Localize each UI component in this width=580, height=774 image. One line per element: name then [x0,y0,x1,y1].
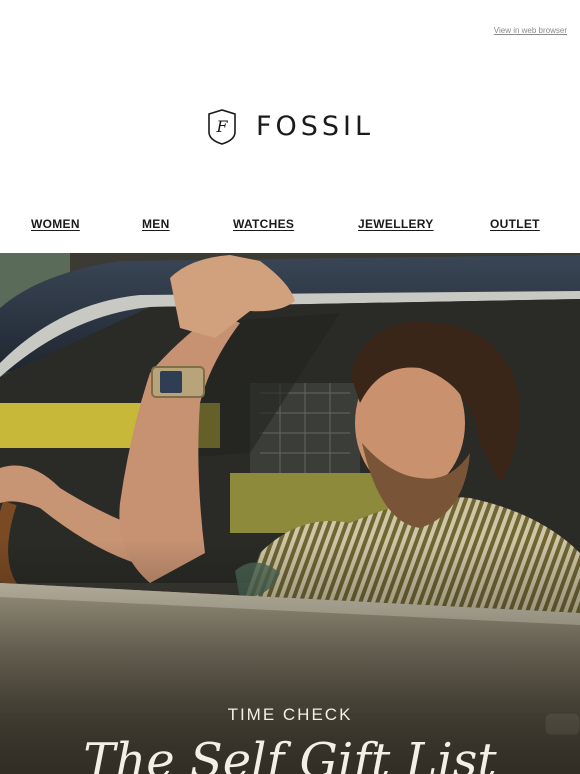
hero-photo [0,253,580,774]
hero-eyebrow: TIME CHECK [227,705,353,724]
nav-item-outlet[interactable]: OUTLET [490,217,540,231]
view-in-browser-link[interactable]: View in web browser [494,26,567,35]
fossil-shield-icon: F [208,109,236,145]
nav-item-women[interactable]: WOMEN [31,217,80,231]
brand-logo[interactable]: F FOSSIL [0,108,580,146]
nav-item-watches[interactable]: WATCHES [233,217,294,231]
brand-wordmark: FOSSIL [255,111,375,142]
nav-item-men[interactable]: MEN [142,217,170,231]
top-bar: View in web browser [0,0,580,60]
main-nav: WOMEN MEN WATCHES JEWELLERY OUTLET [0,212,580,238]
logo-monogram: F [215,117,228,136]
hero-banner[interactable]: TIME CHECK The Self Gift List [0,253,580,774]
nav-item-jewellery[interactable]: JEWELLERY [358,217,434,231]
hero-headline: The Self Gift List [83,733,497,774]
